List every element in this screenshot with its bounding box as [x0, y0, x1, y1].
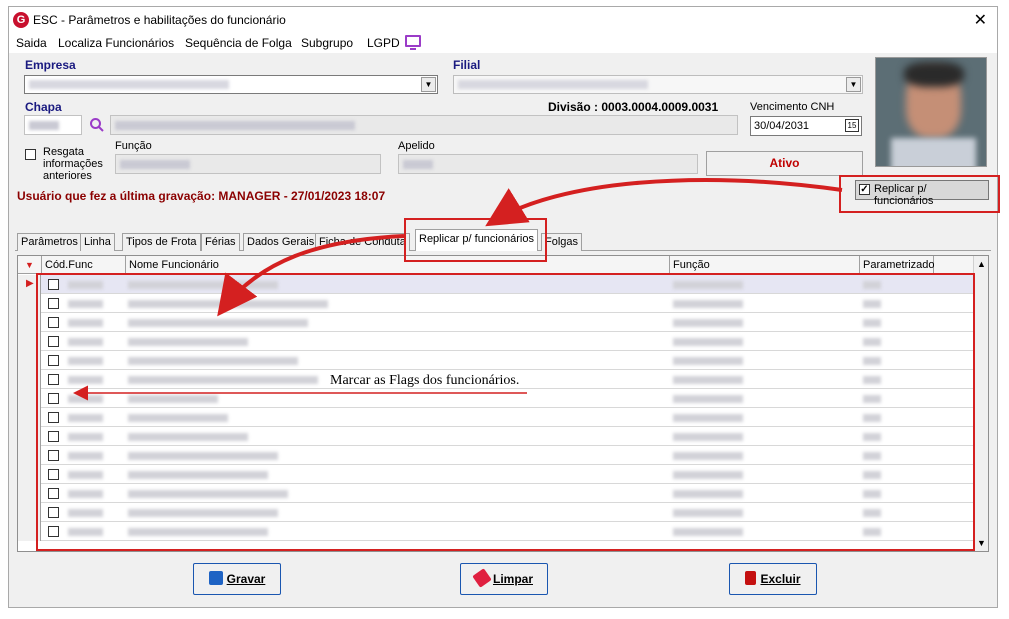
clear-label: Limpar: [492, 572, 533, 586]
last-saved-text: Usuário que fez a última gravação: MANAG…: [17, 189, 386, 203]
tab-tipos-frota[interactable]: Tipos de Frota: [122, 233, 201, 251]
apelido-label: Apelido: [398, 140, 435, 152]
tab-linha[interactable]: Linha: [80, 233, 115, 251]
highlight-replicar-tab: [404, 218, 547, 262]
scroll-down-icon[interactable]: ▼: [977, 538, 986, 548]
vencimento-value: 30/04/2031: [754, 120, 810, 132]
chapa-input[interactable]: [24, 115, 82, 135]
highlight-grid: [36, 273, 975, 551]
chevron-down-icon[interactable]: ▼: [421, 77, 436, 92]
employee-photo: [875, 57, 987, 167]
status-badge: Ativo: [706, 151, 863, 176]
eraser-icon: [472, 568, 492, 588]
resgata-checkbox[interactable]: [25, 149, 36, 160]
menu-bar: Saida Localiza Funcionários Sequência de…: [9, 33, 997, 53]
delete-label: Excluir: [760, 572, 801, 586]
clear-button[interactable]: Limpar: [460, 563, 548, 595]
title-bar: G ESC - Parâmetros e habilitações do fun…: [9, 7, 997, 33]
menu-item-localiza[interactable]: Localiza Funcionários: [58, 36, 174, 50]
save-label: Gravar: [226, 572, 266, 586]
trash-icon: [745, 571, 757, 585]
chevron-down-icon[interactable]: ▼: [846, 77, 861, 92]
tab-ficha-conduta[interactable]: Ficha de Conduta: [315, 233, 410, 251]
filial-label: Filial: [453, 58, 481, 72]
close-icon[interactable]: ✕: [974, 10, 987, 30]
monitor-icon[interactable]: [405, 35, 421, 50]
menu-item-sequencia-folga[interactable]: Sequência de Folga: [185, 36, 292, 50]
resgata-label: Resgata informações anteriores: [43, 146, 103, 182]
vencimento-cnh-input[interactable]: 30/04/2031 15: [750, 116, 862, 136]
filial-select[interactable]: ▼: [453, 75, 863, 94]
apelido-field: [398, 154, 698, 174]
app-logo-icon: G: [13, 12, 29, 28]
divisao-text: Divisão : 0003.0004.0009.0031: [548, 100, 719, 114]
save-icon: [208, 571, 223, 585]
funcao-field: [115, 154, 381, 174]
tab-dados-gerais[interactable]: Dados Gerais: [243, 233, 319, 251]
save-button[interactable]: Gravar: [193, 563, 281, 595]
funcao-label: Função: [115, 140, 152, 152]
col-parametrizado[interactable]: Parametrizado: [860, 256, 935, 274]
menu-item-saida[interactable]: Saida: [16, 36, 47, 50]
highlight-replicar-checkbox: [839, 175, 1000, 213]
empresa-value-blurred: [29, 80, 229, 89]
col-funcao[interactable]: Função: [670, 256, 860, 274]
employee-name-field: [110, 115, 738, 135]
tab-folgas[interactable]: Folgas: [541, 233, 583, 251]
sort-icon[interactable]: ▼: [18, 256, 42, 274]
grid-scrollbar[interactable]: ▲ ▼: [973, 256, 988, 551]
tab-parametros[interactable]: Parâmetros: [17, 233, 82, 251]
search-icon[interactable]: [89, 117, 105, 133]
col-cod-func[interactable]: Cód.Func: [42, 256, 126, 274]
vencimento-label: Vencimento CNH: [750, 101, 835, 113]
menu-item-lgpd[interactable]: LGPD: [367, 36, 400, 50]
empresa-select[interactable]: ▼: [24, 75, 438, 94]
tab-ferias[interactable]: Férias: [201, 233, 240, 251]
filial-value-blurred: [458, 80, 648, 89]
empresa-label: Empresa: [25, 58, 76, 72]
window-title: ESC - Parâmetros e habilitações do funci…: [33, 13, 286, 27]
calendar-icon[interactable]: 15: [845, 119, 859, 132]
menu-item-subgrupo[interactable]: Subgrupo: [301, 36, 353, 50]
annotation-text: Marcar as Flags dos funcionários.: [330, 373, 520, 388]
delete-button[interactable]: Excluir: [729, 563, 817, 595]
col-nome[interactable]: Nome Funcionário: [126, 256, 670, 274]
chapa-label: Chapa: [25, 100, 62, 114]
scroll-up-icon[interactable]: ▲: [977, 259, 986, 269]
